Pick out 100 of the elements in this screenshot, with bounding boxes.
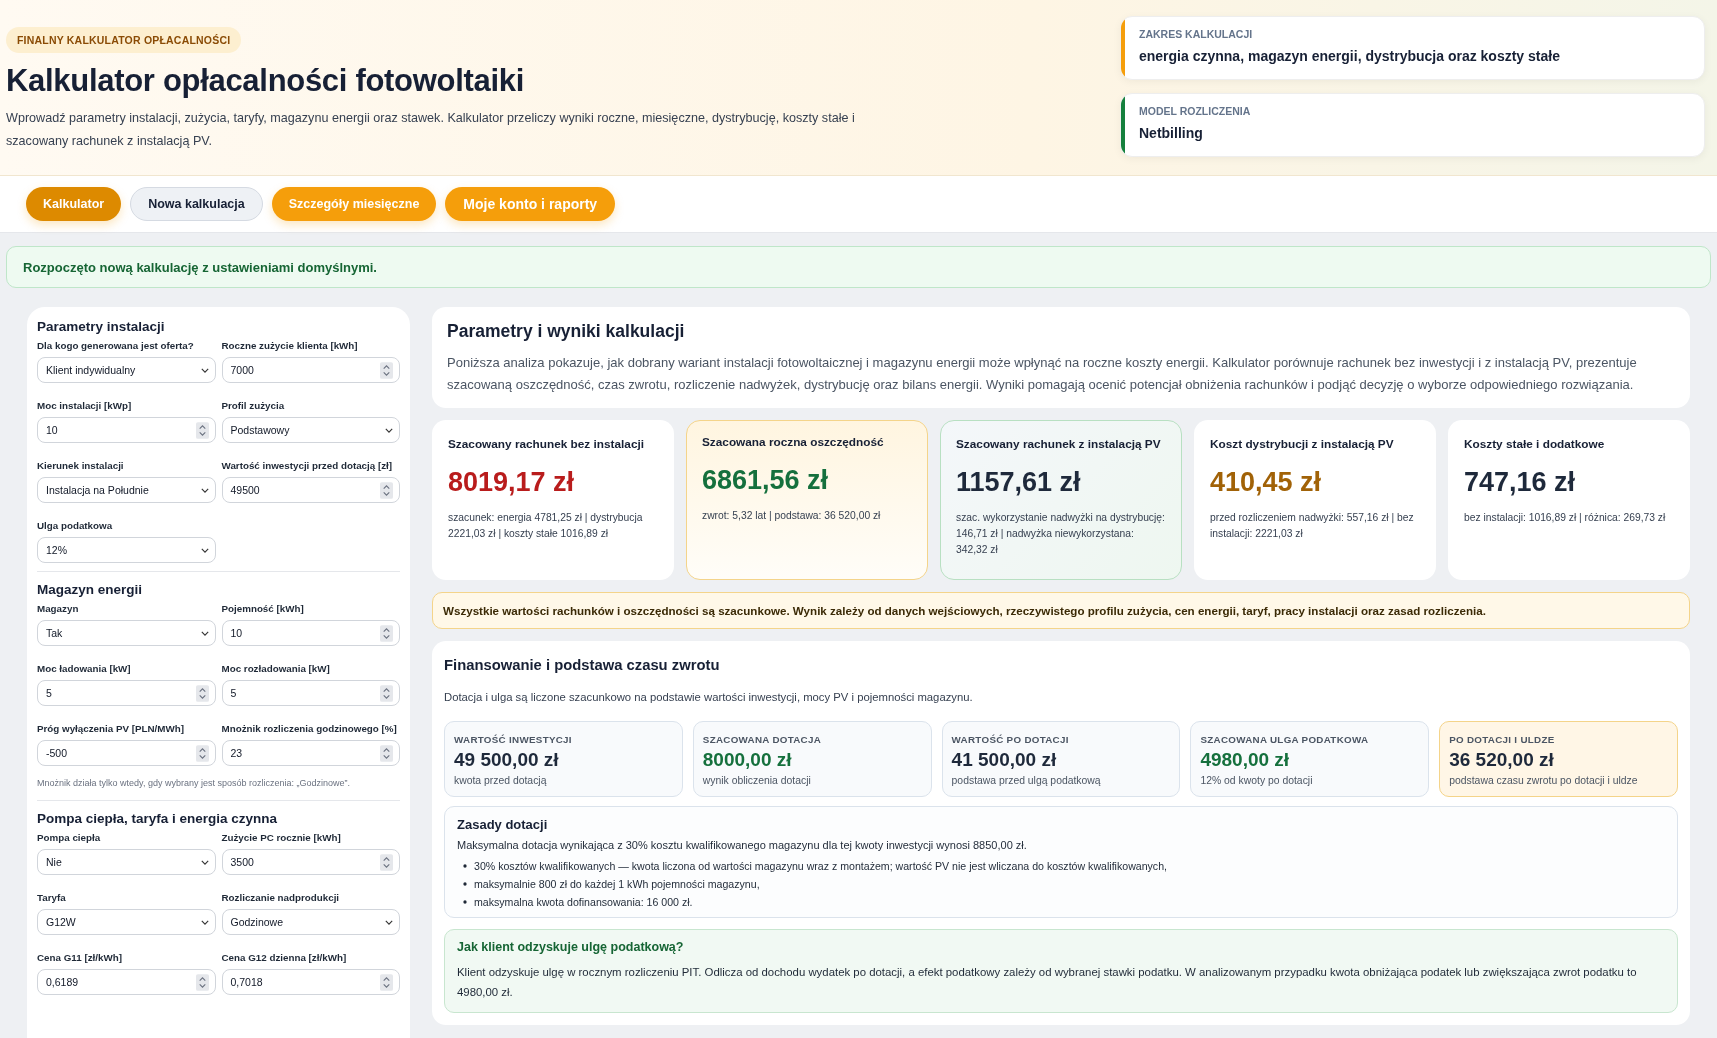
number-field[interactable]: 0,7018: [221, 969, 400, 995]
page-badge: FINALNY KALKULATOR OPŁACALNOŚCI: [6, 27, 242, 53]
rules-title: Zasady dotacji: [457, 817, 549, 832]
field-label: Moc ładowania [kW]: [37, 663, 132, 674]
spinner-icon[interactable]: [380, 744, 393, 762]
spinner-icon[interactable]: [195, 421, 209, 439]
number-field[interactable]: 10: [37, 417, 216, 443]
number-field[interactable]: 49500: [221, 477, 400, 503]
stat-value: 747,16 zł: [1464, 467, 1577, 498]
spinner-icon[interactable]: [380, 973, 393, 991]
results-title: Parametry i wyniki kalkulacji: [447, 321, 686, 342]
field-label: Mnożnik rozliczenia godzinowego [%]: [221, 723, 398, 734]
field-label: Pompa ciepła: [37, 832, 102, 843]
info-label: ZAKRES KALKULACJI: [1139, 28, 1254, 40]
chevron-down-icon: [200, 919, 209, 925]
number-field[interactable]: 5: [37, 680, 216, 706]
section-title: Magazyn energii: [37, 582, 144, 597]
tile-value: 36 520,00 zł: [1449, 749, 1555, 771]
field-label: Moc rozładowania [kW]: [221, 663, 331, 674]
tile-label: SZACOWANA DOTACJA: [702, 734, 823, 745]
tax-title: Jak klient odzyskuje ulgę podatkową?: [457, 940, 685, 954]
success-alert: Rozpoczęto nową kalkulację z ustawieniami domyślnymi.: [6, 246, 1711, 288]
tile-caption: podstawa czasu zwrotu po dotacji i uldze: [1449, 775, 1639, 786]
chevron-down-icon: [200, 859, 209, 865]
section-title: Parametry instalacji: [37, 319, 166, 334]
tile-value: 41 500,00 zł: [951, 749, 1058, 771]
stat-detail: bez instalacji: 1016,89 zł | różnica: 269,73 zł: [1464, 511, 1667, 525]
spinner-icon[interactable]: [195, 973, 209, 991]
select-field[interactable]: G12W: [37, 909, 216, 935]
rule-item: maksymalnie 800 zł do każdej 1 kWh pojemności magazynu,: [474, 878, 760, 890]
tile-label: PO DOTACJI I ULDZE: [1449, 734, 1556, 745]
number-field[interactable]: -500: [37, 740, 216, 766]
number-field[interactable]: 10: [221, 620, 400, 646]
field-label: Zużycie PC rocznie [kWh]: [221, 832, 342, 843]
chevron-down-icon: [200, 630, 209, 636]
spinner-icon[interactable]: [380, 684, 393, 702]
tile-value: 49 500,00 zł: [454, 749, 560, 771]
number-field[interactable]: 3500: [221, 849, 400, 875]
section-title: Pompa ciepła, taryfa i energia czynna: [37, 811, 279, 826]
number-field[interactable]: 23: [221, 740, 400, 766]
page-description: Wprowadź parametry instalacji, zużycia, taryfy, magazynu energii oraz stawek. Kalkulator przeliczy wyniki roczne, miesięczne, dystrybucję, koszty stałe i szacowany rachunek z instalacją PV.: [6, 110, 856, 150]
spinner-icon[interactable]: [380, 481, 393, 499]
bullet-icon: [463, 864, 467, 868]
chevron-down-icon: [385, 919, 393, 925]
field-label: Magazyn: [37, 603, 80, 614]
chevron-down-icon: [200, 547, 209, 553]
select-field[interactable]: Klient indywidualny: [37, 357, 216, 383]
field-label: Cena G12 dzienna [zł/kWh]: [221, 952, 348, 963]
field-label: Moc instalacji [kWp]: [37, 400, 133, 411]
select-field[interactable]: Godzinowe: [221, 909, 400, 935]
rules-text: Maksymalna dotacja wynikająca z 30% kosztu kwalifikowanego magazynu dla tej kwoty inwestycji wynosi 8850,00 zł.: [457, 839, 1028, 851]
bullet-icon: [463, 882, 467, 886]
field-label: Rozliczanie nadprodukcji: [221, 892, 341, 903]
results-description: Poniższa analiza pokazuje, jak dobrany wariant instalacji fotowoltaicznej i magazynu energii może wpłynąć na roczne koszty energii. Kalkulator porównuje rachunek bez inwestycji i z instalacją PV, prezentuje szacowaną oszczędność, czas zwrotu, rozliczenie nadwyżek, dystrybucję oraz bilans energii. Wyniki pomagają ocenić potencjał obniżenia rachunków i podjąć decyzję o wyborze odpowiedniego rozwiązania.: [447, 354, 1638, 394]
page-title: Kalkulator opłacalności fotowoltaiki: [6, 63, 525, 99]
stat-title: Koszt dystrybucji z instalacją PV: [1210, 437, 1395, 451]
stat-detail: szacunek: energia 4781,25 zł | dystrybucja 2221,03 zł | koszty stałe 1016,89 zł: [448, 511, 644, 541]
number-field[interactable]: 7000: [221, 357, 400, 383]
select-field[interactable]: Tak: [37, 620, 216, 646]
select-field[interactable]: Podstawowy: [221, 417, 400, 443]
stat-title: Szacowany rachunek z instalacją PV: [956, 437, 1162, 451]
spinner-icon[interactable]: [195, 684, 209, 702]
spinner-icon[interactable]: [380, 853, 393, 871]
stat-title: Koszty stałe i dodatkowe: [1464, 437, 1606, 451]
field-label: Ulga podatkowa: [37, 520, 114, 531]
field-label: Kierunek instalacji: [37, 460, 125, 471]
spinner-icon[interactable]: [380, 624, 393, 642]
nav-tab[interactable]: Nowa kalkulacja: [130, 187, 263, 221]
select-field[interactable]: 12%: [37, 537, 216, 563]
tile-value: 8000,00 zł: [702, 749, 793, 771]
stat-value: 8019,17 zł: [448, 467, 576, 498]
select-field[interactable]: Nie: [37, 849, 216, 875]
stat-detail: zwrot: 5,32 lat | podstawa: 36 520,00 zł: [702, 509, 882, 523]
warning-note: Wszystkie wartości rachunków i oszczędności są szacunkowe. Wynik zależy od danych wejściowych, rzeczywistego profilu zużycia, cen energii, taryf, pracy instalacji oraz zasad rozliczenia.: [432, 592, 1690, 629]
field-note: Mnożnik działa tylko wtedy, gdy wybrany jest sposób rozliczenia: „Godzinowe”.: [37, 778, 351, 788]
stat-title: Szacowana roczna oszczędność: [702, 435, 885, 449]
tile-caption: podstawa przed ulgą podatkową: [951, 775, 1102, 786]
rule-item: maksymalna kwota dofinansowania: 16 000 zł.: [474, 896, 693, 908]
number-field[interactable]: 5: [221, 680, 400, 706]
stat-value: 1157,61 zł: [956, 467, 1082, 498]
field-label: Wartość inwestycji przed dotacją [zł]: [221, 460, 394, 471]
stat-detail: szac. wykorzystanie nadwyżki na dystrybucję: 146,71 zł | nadwyżka niewykorzystana: 342,32 zł: [956, 511, 1166, 557]
spinner-icon[interactable]: [380, 361, 393, 379]
select-field[interactable]: Instalacja na Południe: [37, 477, 216, 503]
tile-caption: kwota przed dotacją: [454, 775, 548, 786]
financing-title: Finansowanie i podstawa czasu zwrotu: [444, 657, 721, 673]
spinner-icon[interactable]: [195, 744, 209, 762]
field-label: Profil zużycia: [221, 400, 286, 411]
chevron-down-icon: [200, 367, 209, 373]
tile-label: WARTOŚĆ INWESTYCJI: [454, 734, 573, 745]
stat-detail: przed rozliczeniem nadwyżki: 557,16 zł | bez instalacji: 2221,03 zł: [1210, 511, 1415, 541]
number-field[interactable]: 0,6189: [37, 969, 216, 995]
info-label: MODEL ROZLICZENIA: [1139, 105, 1251, 117]
tile-value: 4980,00 zł: [1200, 749, 1291, 771]
financing-description: Dotacja i ulga są liczone szacunkowo na podstawie wartości inwestycji, mocy PV i pojemności magazynu.: [444, 691, 974, 703]
tile-caption: 12% od kwoty po dotacji: [1200, 775, 1314, 786]
tile-label: SZACOWANA ULGA PODATKOWA: [1200, 734, 1370, 745]
info-value: energia czynna, magazyn energii, dystrybucja oraz koszty stałe: [1139, 48, 1560, 64]
tax-text: Klient odzyskuje ulgę w rocznym rozliczeniu PIT. Odlicza od dochodu wydatek po dotacji, a efekt podatkowy zależy od wybranej stawki podatku. W analizowanym przypadku kwota obniżająca podatek lub zwiększająca zwrot podatku to 4980,00 zł.: [457, 965, 1638, 1000]
info-value: Netbilling: [1139, 125, 1204, 141]
